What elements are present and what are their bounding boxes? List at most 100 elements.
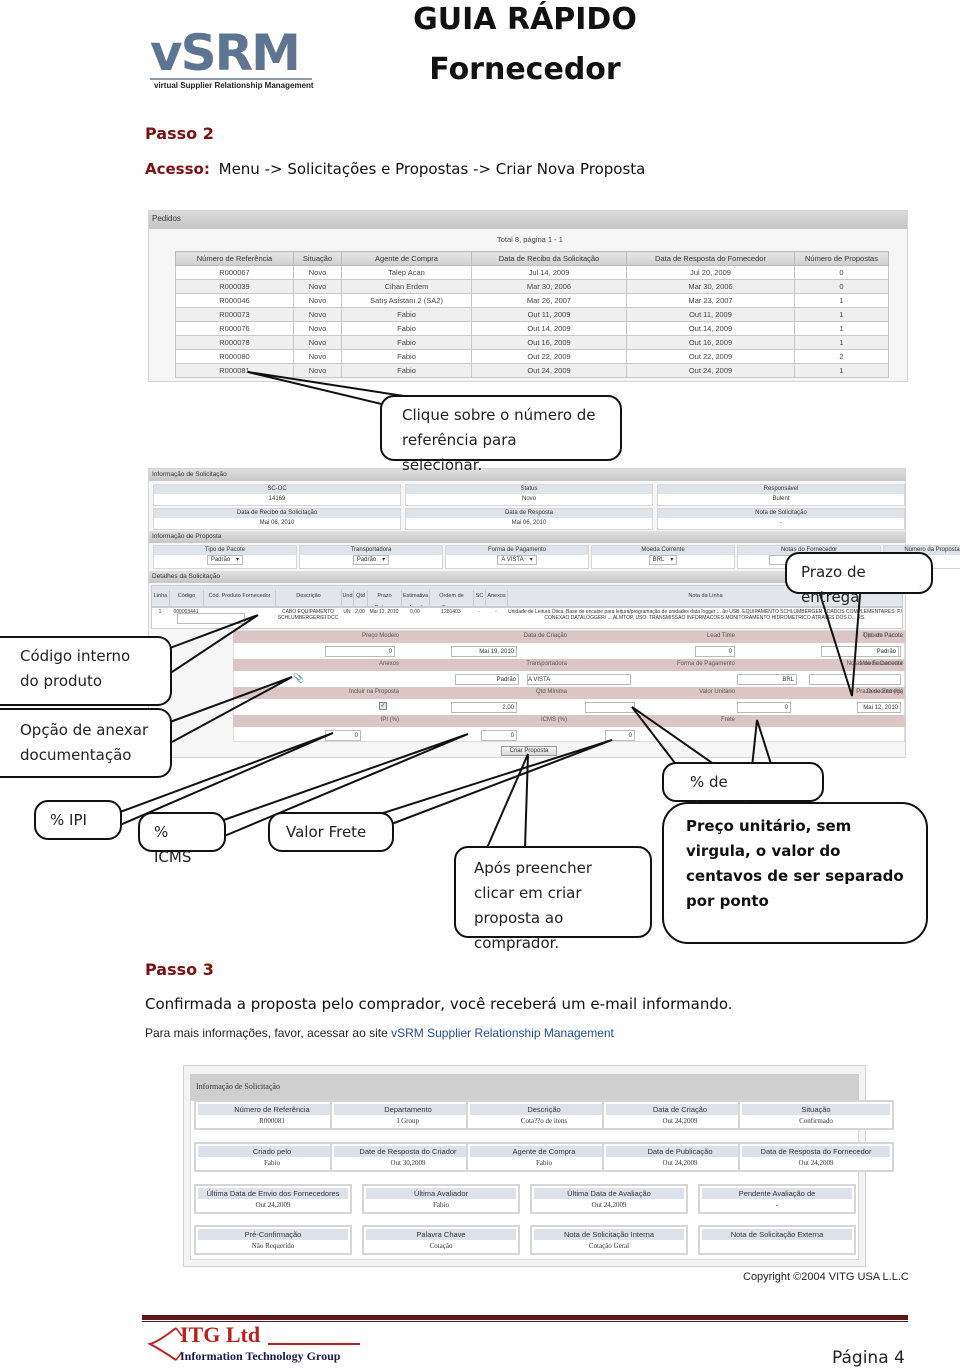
order-cell: Fabio [341, 349, 472, 364]
moeda-select[interactable]: BRL [737, 674, 797, 685]
callout-codigo: Código interno do produto [0, 636, 172, 706]
col-header[interactable]: Situação [293, 251, 342, 266]
detail-col-header: Ordem de Compra [429, 590, 473, 606]
order-reference-link[interactable]: R000080 [175, 349, 294, 364]
detail-col-header: Prazo Entrega [367, 590, 401, 606]
tipo-pacote-select[interactable]: Padrão [855, 646, 899, 657]
proposal-info-cell: Tipo de Pacote Padrão ▾ [153, 545, 297, 569]
cell-label: Moeda Corrente [592, 546, 734, 555]
summary-card: Nota de Solicitação Externa [698, 1225, 856, 1255]
summary-card-value: Out 24,2009 [591, 1201, 627, 1209]
order-reference-link[interactable]: R000081 [175, 363, 294, 378]
summary-card: Pré-Confirmação Não Requerido [194, 1225, 352, 1255]
step3-text: Confirmada a proposta pelo comprador, vo… [145, 995, 733, 1013]
cell-label: Tipo de Pacote [154, 546, 296, 555]
more-info-text: Para mais informações, favor, acessar ao… [145, 1026, 392, 1040]
summary-card-label: Nota de Solicitação Interna [534, 1229, 684, 1240]
summary-card-label: Departamento [334, 1104, 482, 1115]
create-proposal-button[interactable]: Criar Proposta [501, 746, 557, 756]
lead-time-input[interactable]: 0 [695, 646, 735, 657]
include-checkbox[interactable]: ✓ [379, 702, 387, 710]
summary-card-label: Data de Resposta do Fornecedor [742, 1146, 890, 1157]
ipi-input[interactable]: 0 [325, 730, 361, 741]
request-info-cell: Nota de Solicitação - [657, 508, 905, 530]
order-cell: 1 [794, 293, 889, 308]
attachment-paperclip-icon[interactable]: 📎 [293, 673, 304, 684]
cell-label: Nota de Solicitação [658, 509, 904, 518]
order-row: R000081 Novo Fabio Out 24, 2009 Out 24, 2009… [175, 363, 889, 378]
desconto-select[interactable]: 0 [737, 702, 791, 713]
line-form-label: IPI (%) [380, 717, 399, 723]
summary-card-label: Última Data de Envio dos Fornecedores [198, 1188, 348, 1199]
summary-card-value: - [775, 1201, 779, 1209]
order-cell: Fabio [341, 321, 472, 336]
step3-title: Passo 3 [145, 960, 214, 979]
summary-card-value: Cotação [429, 1242, 453, 1250]
notas-fornecedor-input[interactable] [809, 674, 901, 685]
detail-col-header: Código [169, 590, 203, 606]
prazo-entrega-input[interactable]: Mai 12, 2010 [857, 702, 901, 713]
data-criacao-input[interactable]: Mai 19, 2010 [451, 646, 517, 657]
line-form-label: Frete [720, 717, 735, 723]
logo-wordmark: vSRM [150, 24, 301, 82]
col-header[interactable]: Número de Referência [175, 251, 294, 266]
proposal-select[interactable]: A VISTA ▾ [497, 555, 537, 565]
order-cell: Out 16, 2009 [626, 335, 795, 350]
line-form-label: Forma de Pagamento [676, 661, 735, 667]
preco-modelo-input[interactable]: 0 [325, 646, 395, 657]
order-cell: Mar 23, 2007 [626, 293, 795, 308]
request-info-cell: Data de Recibo da Solicitação Mai 06, 201… [153, 508, 401, 530]
order-reference-link[interactable]: R000073 [175, 307, 294, 322]
order-cell: Novo [293, 321, 342, 336]
cell-label: Status [406, 485, 652, 494]
cell-value: Novo [521, 496, 536, 502]
summary-card-value: I Group [397, 1117, 419, 1125]
request-info-title: Informação de Solicitação [149, 469, 905, 481]
transportadora-select[interactable]: Padrão [455, 674, 519, 685]
order-row: R000078 Novo Fabio Out 16, 2009 Out 16, 2009… [175, 335, 889, 350]
summary-card-label: Situação [742, 1104, 890, 1115]
order-cell: 0 [794, 279, 889, 294]
order-cell: Out 11, 2009 [626, 307, 795, 322]
summary-card-value: Confirmado [799, 1117, 833, 1125]
summary-card-value: Out 24,2009 [255, 1201, 291, 1209]
forma-pagamento-select[interactable]: A VISTA [527, 674, 631, 685]
line-form-label: Tipo de Pacote [862, 633, 903, 639]
callout-desconto: % de desconto [662, 762, 824, 816]
col-header[interactable]: Data de Recibo da Solicitação [471, 251, 627, 266]
orders-table: Número de Referência Situação Agente de … [175, 251, 889, 378]
summary-card-value: Não Requerido [251, 1242, 295, 1250]
leader-criar [486, 753, 529, 849]
col-header[interactable]: Número de Propostas [794, 251, 889, 266]
vsrm-site-link[interactable]: vSRM Supplier Relationship Management [391, 1026, 614, 1040]
detail-cell-anexos: - [495, 609, 497, 615]
summary-card-label: Data de Publicação [606, 1146, 754, 1157]
cell-value: Mai 06, 2010 [511, 520, 547, 526]
summary-card: Date de Resposta do Criador Out 30,2009 [330, 1142, 486, 1172]
order-cell: Satış Asistanı 2 (SA2) [341, 293, 472, 308]
order-reference-link[interactable]: R000039 [175, 279, 294, 294]
order-reference-link[interactable]: R000067 [175, 265, 294, 280]
summary-card-label: Data de Criação [606, 1104, 754, 1115]
valor-unitario-input[interactable] [585, 702, 635, 713]
callout-preco: Preço unitário, sem virgula, o valor do … [662, 802, 928, 944]
detail-cell-ordem: 1281403 [441, 609, 461, 615]
qtd-minima-input[interactable]: 2.00 [451, 702, 517, 713]
proposal-select[interactable]: BRL ▾ [648, 555, 678, 565]
summary-card-value: Fabio [264, 1159, 280, 1167]
order-cell: Fabio [341, 335, 472, 350]
order-cell: 1 [794, 321, 889, 336]
cell-value-wrap: BRL ▾ [592, 555, 734, 566]
frete-input[interactable]: 0 [605, 730, 635, 741]
order-reference-link[interactable]: R000078 [175, 335, 294, 350]
orders-panel: Pedidos Total 8, página 1 - 1 Número de … [148, 210, 908, 382]
proposal-select[interactable]: Padrão ▾ [352, 555, 390, 565]
col-header[interactable]: Data de Resposta do Fornecedor [626, 251, 795, 266]
icms-input[interactable]: 0 [481, 730, 517, 741]
order-reference-link[interactable]: R000076 [175, 321, 294, 336]
col-header[interactable]: Agente de Compra [341, 251, 472, 266]
line-form-label: Transportadora [526, 661, 567, 667]
summary-card: Última Data de Avaliação Out 24,2009 [530, 1184, 688, 1214]
order-reference-link[interactable]: R000046 [175, 293, 294, 308]
proposal-select[interactable]: Padrão ▾ [206, 555, 244, 565]
